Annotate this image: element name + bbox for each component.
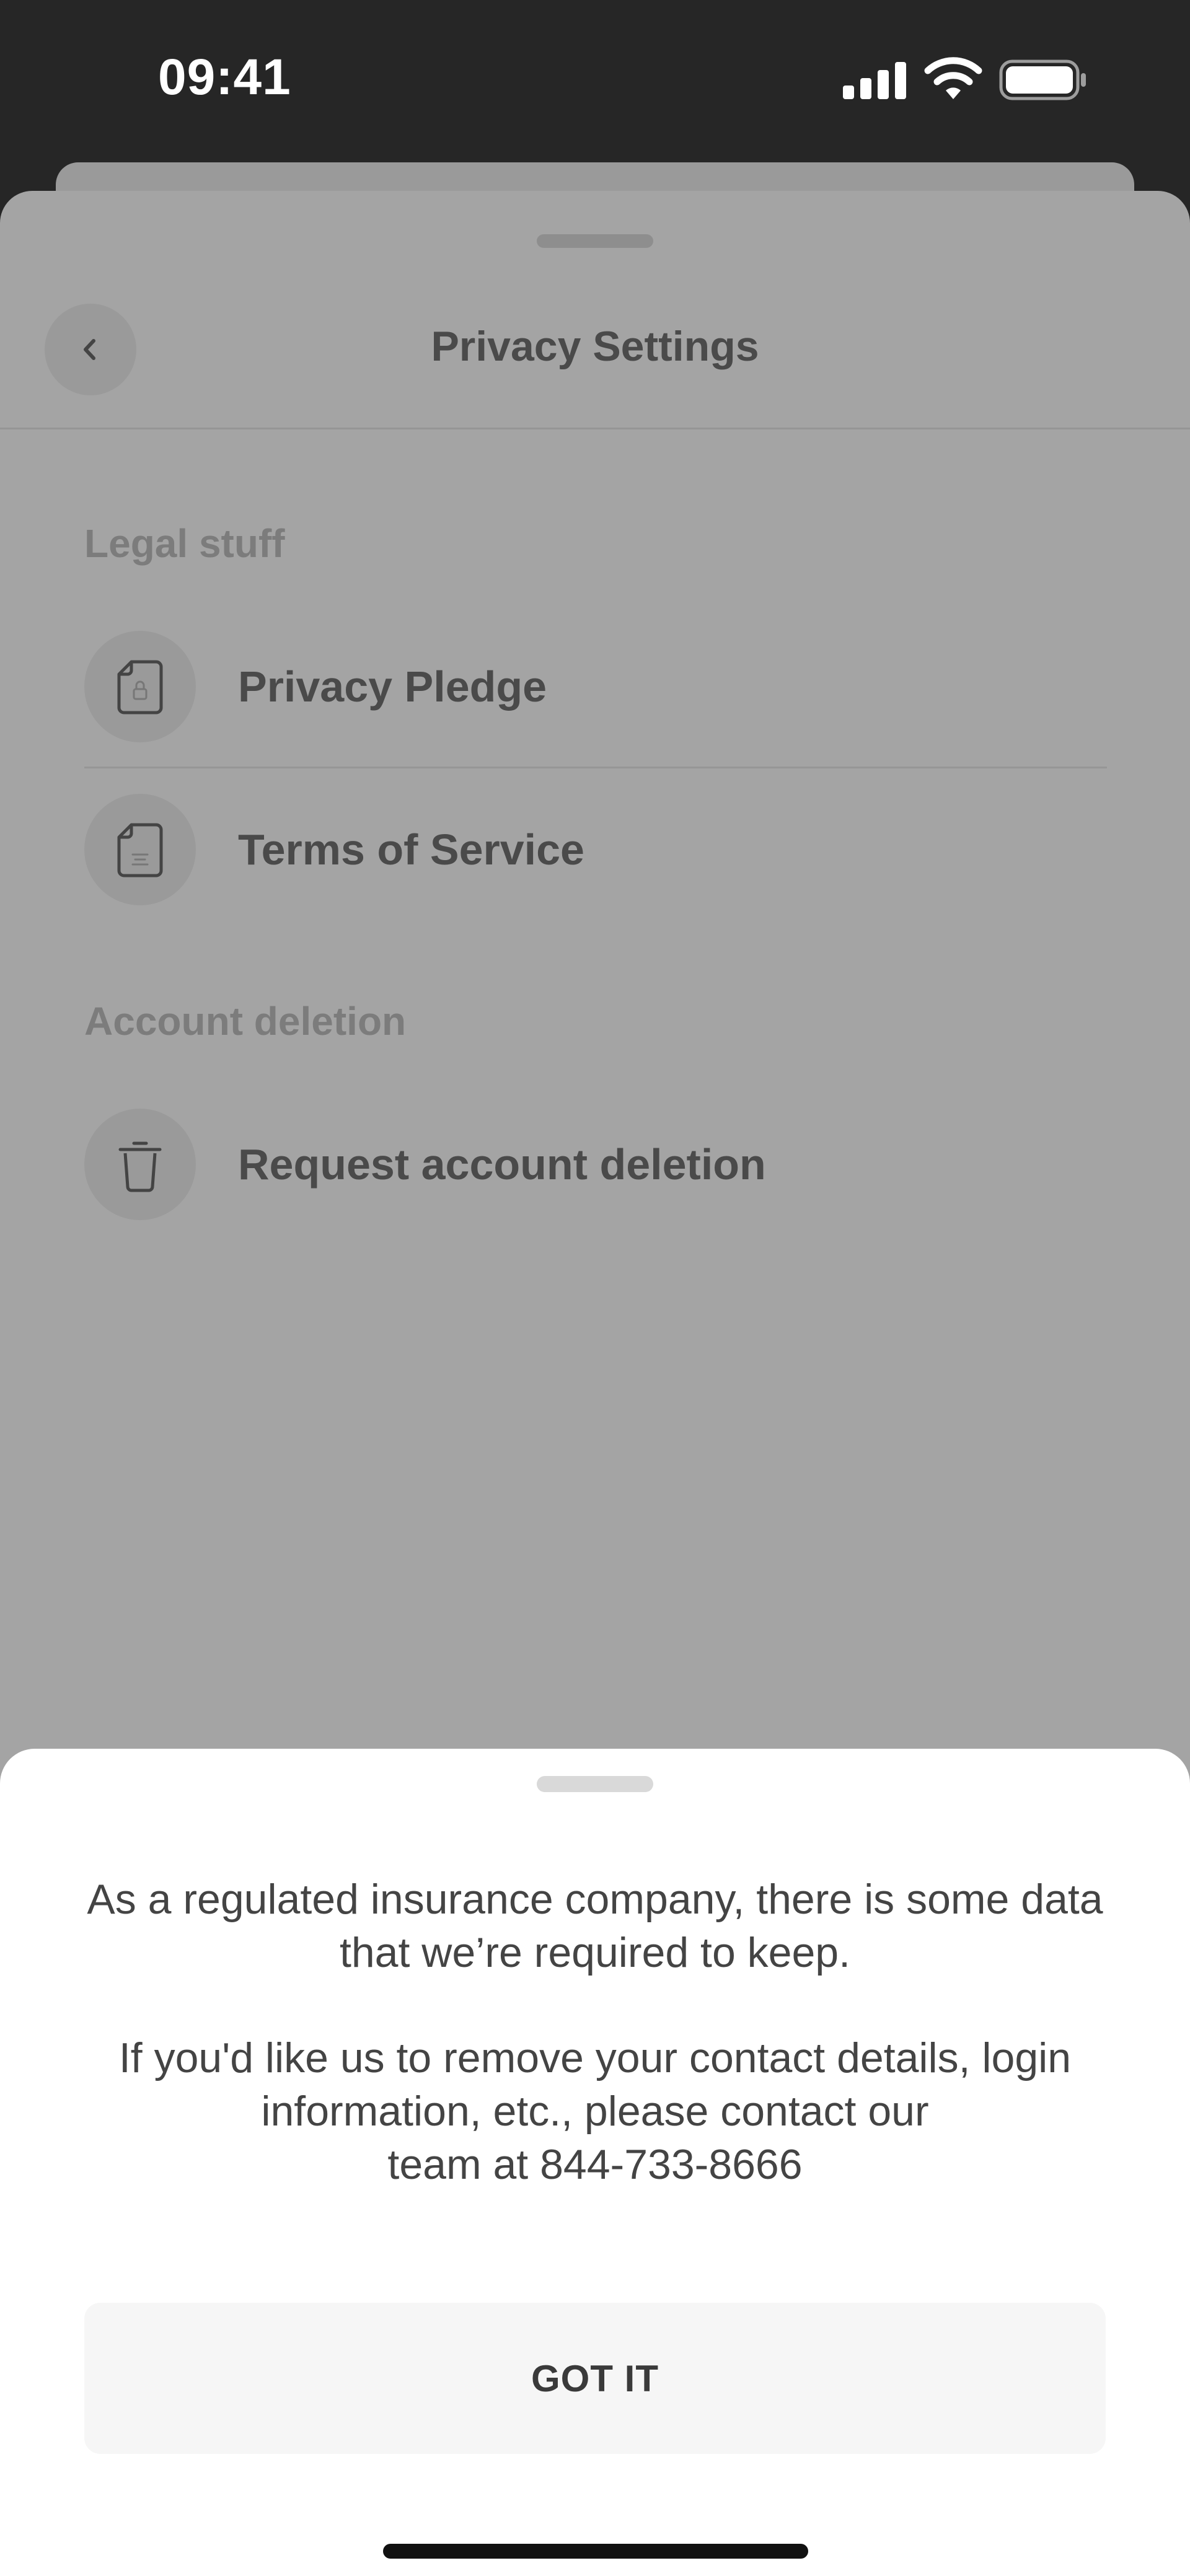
header-divider xyxy=(0,428,1190,429)
data-retention-message: As a regulated insurance company, there … xyxy=(62,1873,1128,1979)
request-account-deletion-label: Request account deletion xyxy=(238,1140,766,1189)
row-divider xyxy=(84,767,1107,768)
wifi-icon xyxy=(924,57,982,99)
page-title: Privacy Settings xyxy=(431,323,759,370)
row-icon-container xyxy=(84,794,196,905)
message-line: If you'd like us to remove your contact … xyxy=(118,2034,1072,2081)
privacy-pledge-label: Privacy Pledge xyxy=(238,662,547,711)
message-line: information, etc., please contact our xyxy=(261,2088,929,2135)
bottom-sheet-grabber[interactable] xyxy=(537,1776,653,1792)
terms-of-service-item[interactable]: Terms of Service xyxy=(84,794,1107,905)
row-icon-container xyxy=(84,631,196,742)
got-it-button[interactable]: GOT IT xyxy=(84,2303,1106,2454)
document-lock-icon xyxy=(117,660,163,714)
terms-of-service-label: Terms of Service xyxy=(238,825,584,874)
status-bar: 09:41 xyxy=(0,0,1190,167)
battery-icon xyxy=(999,59,1086,100)
info-bottom-sheet: As a regulated insurance company, there … xyxy=(0,1749,1190,2576)
row-icon-container xyxy=(84,1109,196,1220)
trash-icon xyxy=(118,1141,162,1192)
section-heading-account-deletion: Account deletion xyxy=(84,999,407,1044)
document-text-icon xyxy=(117,823,163,877)
privacy-pledge-item[interactable]: Privacy Pledge xyxy=(84,631,1107,742)
section-heading-legal: Legal stuff xyxy=(84,521,285,566)
status-time: 09:41 xyxy=(158,49,291,105)
message-line: As a regulated insurance company, there … xyxy=(87,1876,1103,1923)
home-indicator xyxy=(383,2544,808,2559)
contact-message: If you'd like us to remove your contact … xyxy=(62,2031,1128,2191)
message-line: team at 844-733-8666 xyxy=(387,2141,803,2188)
sheet-grabber[interactable] xyxy=(537,234,653,248)
message-line: that we’re required to keep. xyxy=(339,1929,851,1976)
request-account-deletion-item[interactable]: Request account deletion xyxy=(84,1109,1107,1220)
signal-icon xyxy=(843,62,906,99)
